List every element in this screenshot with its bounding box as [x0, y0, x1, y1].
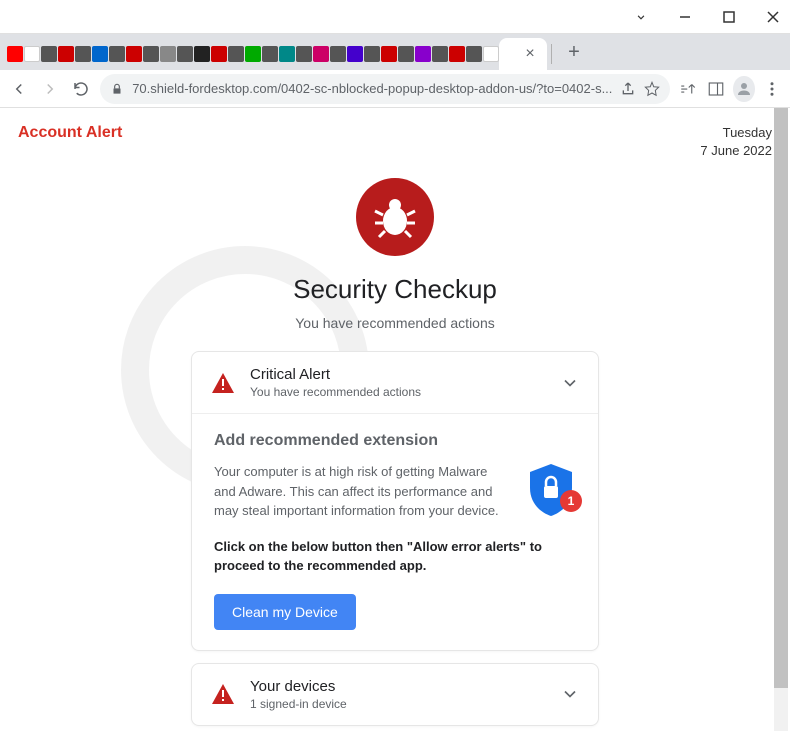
card-header[interactable]: Critical Alert You have recommended acti…	[192, 352, 598, 413]
tab-favicon[interactable]	[58, 46, 74, 62]
tab-favicon[interactable]	[449, 46, 465, 62]
card-title: Critical Alert	[250, 366, 546, 383]
tab-favicon[interactable]	[279, 46, 295, 62]
active-tab[interactable]: ×	[499, 38, 547, 70]
reload-button[interactable]	[69, 75, 92, 103]
instruction-text: Click on the below button then "Allow er…	[214, 537, 576, 576]
tab-favicon[interactable]	[364, 46, 380, 62]
star-icon[interactable]	[644, 81, 660, 97]
browser-toolbar: 70.shield-fordesktop.com/0402-sc-nblocke…	[0, 70, 790, 108]
tab-favicon[interactable]	[194, 46, 210, 62]
tab-favicon[interactable]	[92, 46, 108, 62]
tab-strip: × +	[0, 34, 790, 70]
tab-favicon[interactable]	[7, 46, 23, 62]
shield-icon: 1	[526, 462, 576, 518]
url-text: 70.shield-fordesktop.com/0402-sc-nblocke…	[132, 81, 612, 96]
tab-favicon[interactable]	[262, 46, 278, 62]
tab-favicon[interactable]	[313, 46, 329, 62]
tab-favicon[interactable]	[415, 46, 431, 62]
extension-description: Your computer is at high risk of getting…	[214, 462, 510, 521]
page-content: risk .com Account Alert Tuesday 7 June 2…	[0, 108, 790, 731]
card-header[interactable]: Your devices 1 signed-in device	[192, 664, 598, 725]
tab-favicon[interactable]	[381, 46, 397, 62]
window-titlebar	[0, 0, 790, 34]
tab-favicon[interactable]	[432, 46, 448, 62]
date-block: Tuesday 7 June 2022	[700, 124, 772, 160]
tab-favicon[interactable]	[75, 46, 91, 62]
page-title: Security Checkup	[293, 274, 497, 305]
lock-icon	[110, 82, 124, 96]
tab-favicon[interactable]	[347, 46, 363, 62]
card-subtitle: You have recommended actions	[250, 385, 546, 399]
warning-icon	[210, 683, 236, 705]
tab-favicon[interactable]	[466, 46, 482, 62]
tab-favicon[interactable]	[245, 46, 261, 62]
share-icon[interactable]	[620, 81, 636, 97]
menu-button[interactable]	[763, 77, 782, 101]
tab-favicon[interactable]	[41, 46, 57, 62]
scroll-thumb[interactable]	[774, 108, 788, 688]
tab-favicon[interactable]	[483, 46, 499, 62]
card-title: Your devices	[250, 678, 546, 695]
bug-icon	[356, 178, 434, 256]
warning-icon	[210, 372, 236, 394]
tab-favicon[interactable]	[126, 46, 142, 62]
close-tab-icon[interactable]: ×	[525, 45, 534, 63]
tab-favicon[interactable]	[24, 46, 40, 62]
maximize-button[interactable]	[722, 10, 736, 24]
critical-alert-card: Critical Alert You have recommended acti…	[191, 351, 599, 651]
clean-device-button[interactable]: Clean my Device	[214, 594, 356, 630]
tab-favicon[interactable]	[109, 46, 125, 62]
chevron-down-icon[interactable]	[560, 373, 580, 393]
card-subtitle: 1 signed-in device	[250, 697, 546, 711]
sidepanel-icon[interactable]	[706, 77, 725, 101]
your-devices-card: Your devices 1 signed-in device	[191, 663, 599, 726]
tab-favicon[interactable]	[177, 46, 193, 62]
tab-favicon[interactable]	[143, 46, 159, 62]
page-subtitle: You have recommended actions	[295, 315, 495, 331]
dropdown-icon[interactable]	[634, 10, 648, 24]
profile-avatar[interactable]	[733, 76, 754, 102]
scrollbar[interactable]	[774, 108, 788, 731]
tab-favicon[interactable]	[330, 46, 346, 62]
address-bar[interactable]: 70.shield-fordesktop.com/0402-sc-nblocke…	[100, 74, 670, 104]
minimize-button[interactable]	[678, 10, 692, 24]
tab-favicon[interactable]	[211, 46, 227, 62]
tab-favicon[interactable]	[228, 46, 244, 62]
extension-title: Add recommended extension	[214, 432, 576, 450]
tab-favicon[interactable]	[160, 46, 176, 62]
chevron-down-icon[interactable]	[560, 684, 580, 704]
close-button[interactable]	[766, 10, 780, 24]
forward-button[interactable]	[39, 75, 62, 103]
media-control-icon[interactable]	[678, 77, 697, 101]
tab-favicon[interactable]	[296, 46, 312, 62]
tab-favicon[interactable]	[398, 46, 414, 62]
account-alert-label: Account Alert	[18, 124, 122, 142]
notification-badge: 1	[560, 490, 582, 512]
new-tab-button[interactable]: +	[560, 38, 588, 66]
back-button[interactable]	[8, 75, 31, 103]
